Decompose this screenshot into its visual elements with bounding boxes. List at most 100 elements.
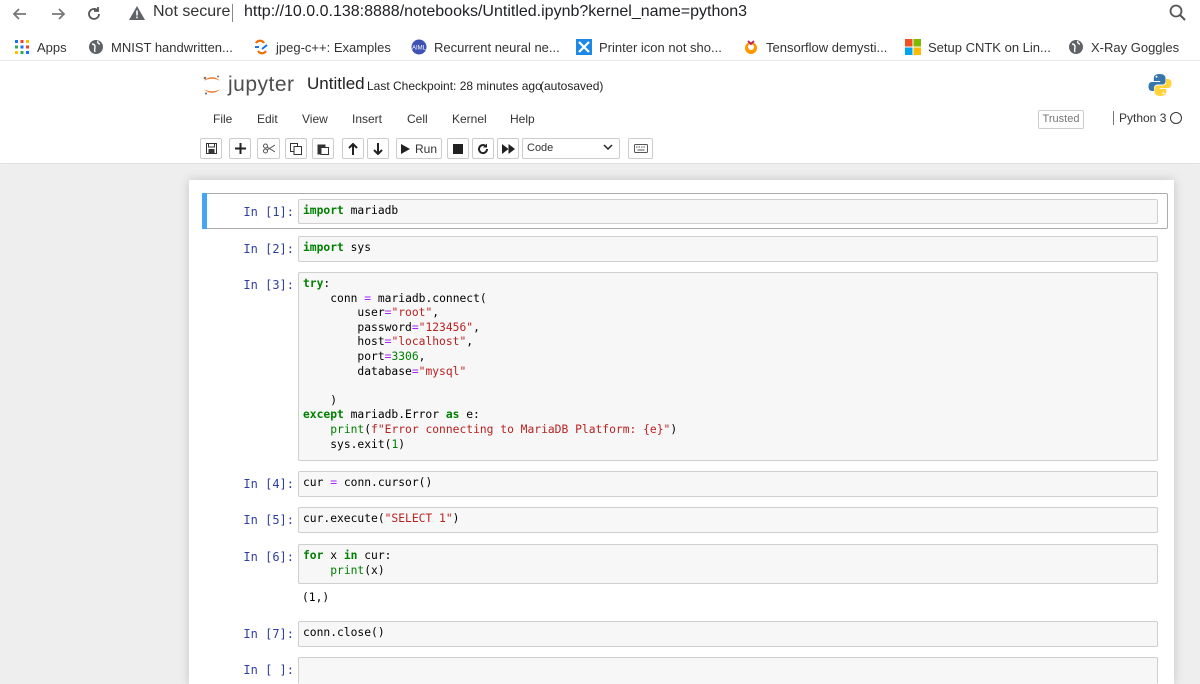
code-cell: In [2]: import sys	[202, 236, 1168, 264]
search-zoom-icon[interactable]	[1168, 3, 1188, 23]
apps-grid-icon	[15, 40, 29, 54]
input-prompt: In [5]:	[243, 513, 294, 527]
kernel-name[interactable]: Python 3	[1113, 111, 1166, 125]
chevron-down-icon	[603, 144, 613, 151]
code-cell: In [ ]:	[202, 657, 1168, 684]
copy-icon	[290, 142, 302, 155]
trusted-badge[interactable]: Trusted	[1038, 110, 1084, 129]
back-arrow-icon[interactable]	[8, 2, 32, 26]
bookmark-label: Tensorflow demysti...	[766, 39, 888, 55]
svg-text:AIML: AIML	[412, 46, 427, 52]
code-input[interactable]: try: conn = mariadb.connect( user="root"…	[298, 272, 1158, 461]
code-text: e:	[459, 408, 480, 422]
globe-icon	[89, 40, 103, 54]
menu-help[interactable]: Help	[510, 112, 535, 126]
code-input[interactable]: for x in cur: print(x)	[298, 544, 1158, 584]
code-text: cur.execute(	[303, 512, 385, 525]
code-input[interactable]: cur.execute("SELECT 1")	[298, 507, 1158, 533]
string-literal: "mysql"	[418, 364, 467, 378]
run-button[interactable]: Run	[396, 138, 442, 159]
menu-kernel[interactable]: Kernel	[452, 112, 487, 126]
code-text: conn.close()	[303, 626, 385, 639]
code-text: cur	[303, 476, 324, 489]
menu-edit[interactable]: Edit	[257, 112, 278, 126]
input-prompt: In [2]:	[243, 242, 294, 256]
forward-arrow-icon[interactable]	[46, 2, 70, 26]
bookmark-label: jpeg-c++: Examples	[276, 39, 391, 55]
code-text: database	[357, 364, 412, 378]
input-prompt: In [3]:	[243, 278, 294, 292]
not-secure-label[interactable]: Not secure	[153, 3, 230, 21]
code-input[interactable]: cur = conn.cursor()	[298, 471, 1158, 497]
paste-icon	[317, 144, 329, 155]
arrow-down-icon	[373, 142, 383, 155]
notebook-title[interactable]: Untitled	[307, 74, 365, 94]
jupyter-logo-text: jupyter	[228, 73, 295, 96]
bookmark-mnist[interactable]: MNIST handwritten...	[88, 37, 233, 57]
jupyter-logo[interactable]: jupyter	[202, 72, 295, 98]
restart-run-all-button[interactable]	[497, 138, 519, 159]
move-down-button[interactable]	[367, 138, 389, 159]
string-literal: "123456"	[418, 320, 474, 334]
input-prompt: In [ ]:	[243, 663, 294, 677]
aiml-icon: AIML	[411, 39, 427, 55]
cell-output: (1,)	[302, 591, 330, 604]
string-literal: "root"	[391, 306, 433, 320]
bookmark-label: Setup CNTK on Lin...	[928, 39, 1051, 55]
menu-cell[interactable]: Cell	[407, 112, 428, 126]
code-text: password	[357, 320, 412, 334]
x-logo-icon	[576, 39, 592, 55]
microsoft-icon	[905, 39, 921, 55]
save-button[interactable]	[200, 138, 222, 159]
bookmark-printer[interactable]: Printer icon not sho...	[576, 37, 722, 57]
command-palette-button[interactable]	[628, 138, 653, 159]
code-text: mariadb.connect(	[377, 291, 487, 305]
keyword: try	[303, 277, 324, 290]
input-prompt: In [1]:	[243, 205, 294, 219]
move-up-button[interactable]	[342, 138, 364, 159]
run-label: Run	[414, 141, 437, 156]
bookmark-recurrent[interactable]: AIML Recurrent neural ne...	[411, 37, 560, 57]
code-input[interactable]: import mariadb	[298, 199, 1158, 224]
number-literal: 1	[391, 437, 399, 451]
reload-icon[interactable]	[82, 2, 106, 26]
fast-forward-icon	[501, 143, 515, 154]
input-prompt: In [7]:	[243, 627, 294, 641]
paste-button[interactable]	[312, 138, 334, 159]
code-text: mariadb.Error	[343, 408, 446, 422]
bookmark-apps[interactable]: Apps	[14, 37, 67, 57]
warning-triangle-icon[interactable]	[128, 4, 146, 22]
autosave-status: (autosaved)	[540, 79, 604, 93]
code-input[interactable]: import sys	[298, 236, 1158, 262]
menu-insert[interactable]: Insert	[352, 112, 382, 126]
bookmark-tensorflow[interactable]: Tensorflow demysti...	[743, 37, 887, 57]
keyword: as	[445, 408, 460, 422]
cell-type-select[interactable]: Code	[522, 138, 620, 159]
cut-button[interactable]	[257, 138, 280, 159]
code-text: conn	[330, 291, 358, 305]
bookmark-label: Printer icon not sho...	[599, 39, 722, 55]
insert-cell-button[interactable]	[229, 138, 251, 159]
code-input[interactable]: conn.close()	[298, 621, 1158, 647]
bookmark-jpeg-cpp[interactable]: jpeg-c++: Examples	[253, 37, 391, 57]
interrupt-button[interactable]	[447, 138, 469, 159]
python-logo-icon	[1148, 74, 1172, 96]
code-input-empty[interactable]	[298, 657, 1158, 684]
code-cell: In [6]: for x in cur: print(x) (1,)	[202, 544, 1168, 614]
input-prompt: In [4]:	[243, 477, 294, 491]
number-literal: 3306	[391, 349, 419, 363]
menu-file[interactable]: File	[213, 112, 232, 126]
keyword: for	[303, 549, 324, 562]
builtin: print	[330, 563, 365, 577]
url-text[interactable]: http://10.0.0.138:8888/notebooks/Untitle…	[244, 3, 747, 21]
menu-view[interactable]: View	[302, 112, 328, 126]
code-text: x	[323, 549, 344, 562]
code-cell: In [7]: conn.close()	[202, 621, 1168, 649]
bookmark-label: Recurrent neural ne...	[434, 39, 560, 55]
bookmark-cntk[interactable]: Setup CNTK on Lin...	[905, 37, 1051, 57]
browser-address-bar: Not secure http://10.0.0.138:8888/notebo…	[0, 0, 1200, 28]
copy-button[interactable]	[285, 138, 307, 159]
restart-button[interactable]	[472, 138, 494, 159]
arrow-up-icon	[348, 142, 358, 155]
bookmark-xray[interactable]: X-Ray Goggles	[1068, 37, 1179, 57]
